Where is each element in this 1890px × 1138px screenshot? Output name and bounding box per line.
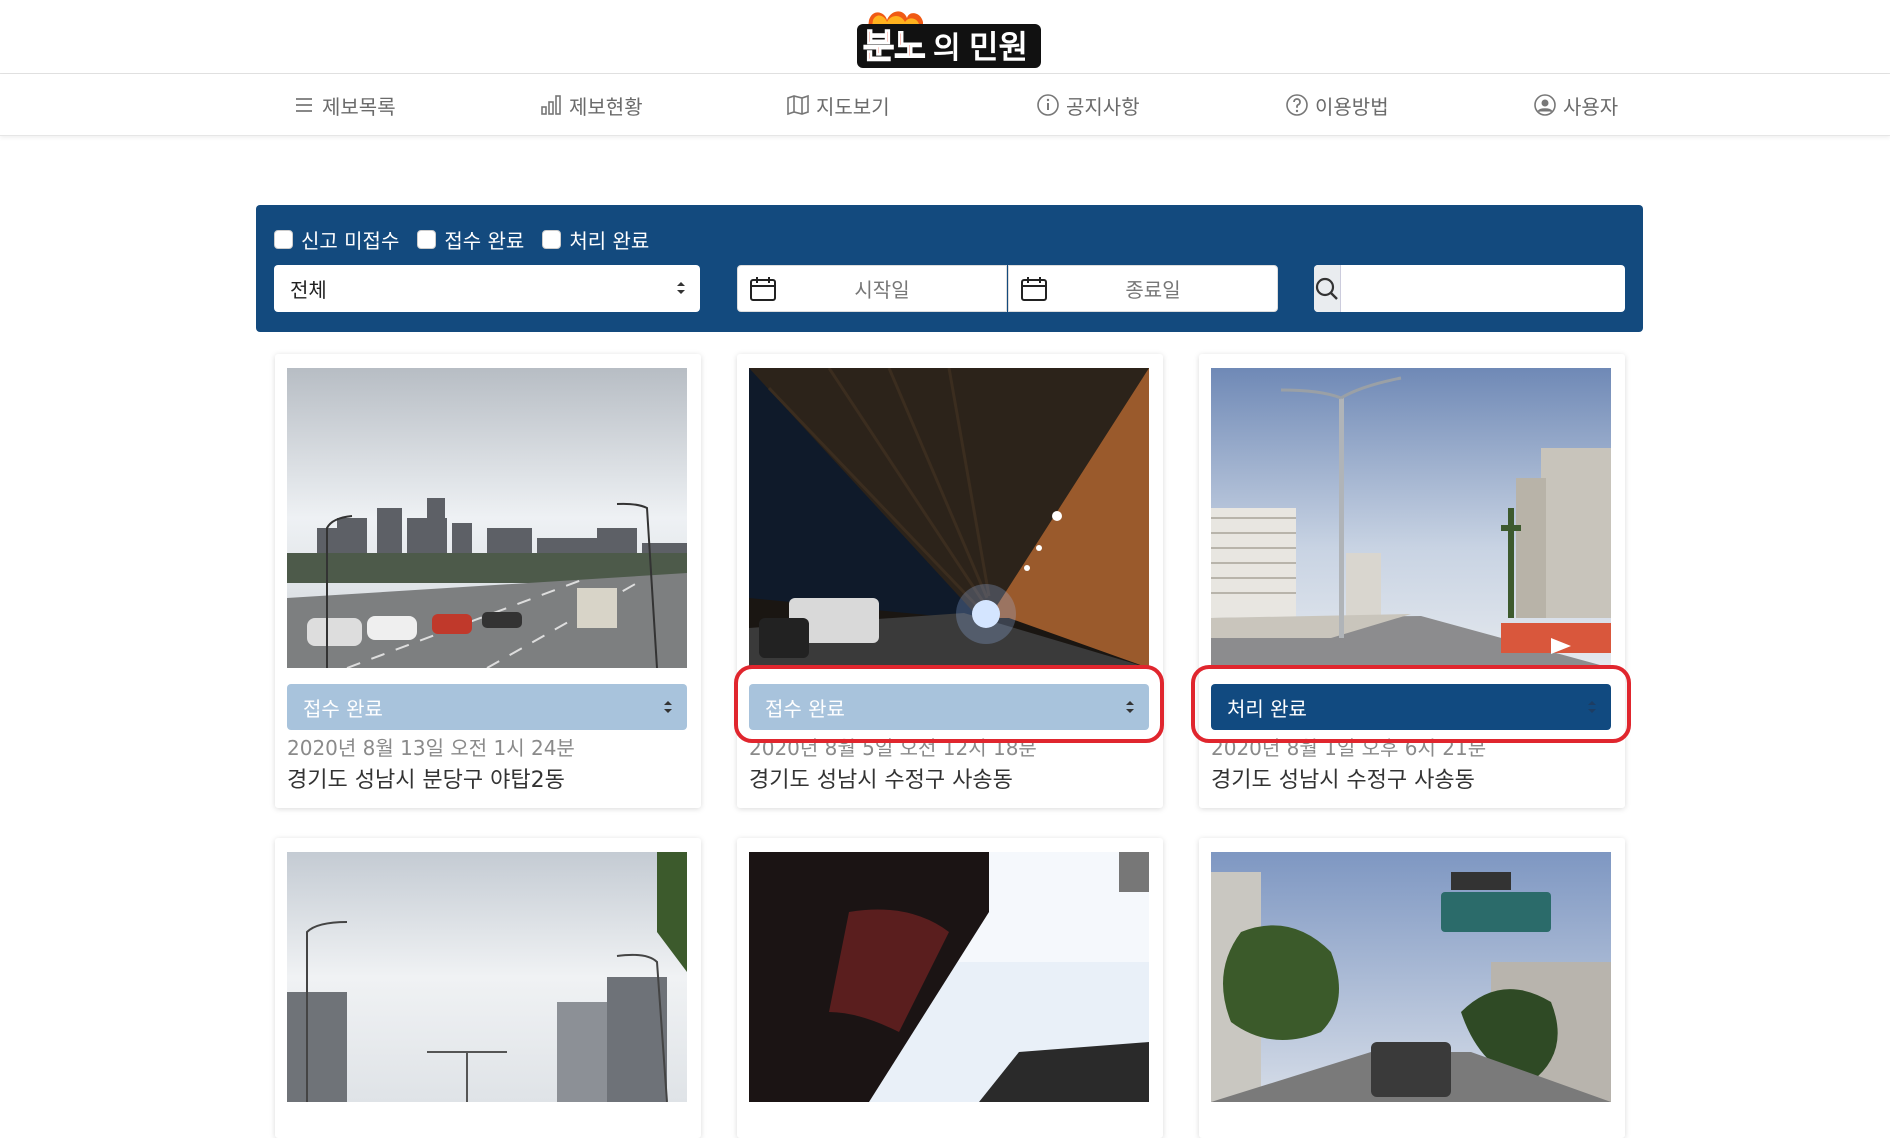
report-photo[interactable]	[749, 368, 1149, 668]
road-photo-image	[1211, 368, 1611, 668]
nav-label: 사용자	[1563, 94, 1619, 119]
report-photo[interactable]	[1211, 852, 1611, 1102]
report-photo[interactable]	[1211, 368, 1611, 668]
select-arrows-icon	[677, 282, 685, 294]
select-arrows-icon	[664, 701, 672, 713]
nav-label: 제보현황	[569, 94, 643, 119]
nav-label: 공지사항	[1066, 94, 1140, 119]
start-date-field[interactable]: 시작일	[737, 265, 1007, 312]
map-icon	[787, 94, 809, 116]
end-date-field[interactable]: 종료일	[1008, 265, 1278, 312]
svg-text:분노: 분노	[863, 27, 926, 67]
checkbox-not-received[interactable]: 신고 미접수	[274, 225, 399, 254]
report-photo[interactable]	[749, 852, 1149, 1102]
question-icon	[1286, 94, 1308, 116]
end-date-placeholder: 종료일	[1125, 278, 1181, 302]
region-select[interactable]: 전체	[274, 265, 700, 312]
info-icon	[1037, 94, 1059, 116]
road-photo-image	[1211, 852, 1611, 1102]
nav-item-report-list[interactable]: 제보목록	[292, 74, 396, 136]
nav-item-map[interactable]: 지도보기	[786, 74, 890, 136]
highlight-annotation	[734, 665, 1164, 743]
start-date-placeholder: 시작일	[854, 278, 910, 302]
status-checkboxes: 신고 미접수 접수 완료 처리 완료	[274, 225, 649, 254]
dashcam-photo-image	[749, 852, 1149, 1102]
checkbox-box[interactable]	[274, 230, 293, 249]
user-icon	[1534, 94, 1556, 116]
list-icon	[296, 98, 312, 112]
road-photo-image	[287, 852, 687, 1102]
checkbox-box[interactable]	[542, 230, 562, 249]
status-select-value: 접수 완료	[303, 696, 383, 721]
main-nav: 제보목록 제보현황 지도보기 공지사항 이용방법 사용자	[0, 74, 1890, 136]
checkbox-label: 접수 완료	[444, 229, 525, 253]
search-box	[1314, 265, 1626, 312]
nav-label: 제보목록	[322, 94, 396, 119]
report-card[interactable]	[1199, 838, 1625, 1138]
nav-item-how-to-use[interactable]: 이용방법	[1285, 74, 1389, 136]
nav-label: 이용방법	[1315, 94, 1389, 119]
search-icon[interactable]	[1314, 265, 1341, 312]
highlight-annotation	[1191, 665, 1631, 743]
svg-text:의: 의	[933, 31, 961, 66]
filter-panel: 신고 미접수 접수 완료 처리 완료 전체 시작일 종료일	[256, 205, 1643, 332]
checkbox-received[interactable]: 접수 완료	[417, 225, 524, 254]
status-select[interactable]: 접수 완료	[287, 684, 687, 730]
nav-item-notice[interactable]: 공지사항	[1036, 74, 1140, 136]
checkbox-box[interactable]	[417, 230, 437, 249]
report-photo[interactable]	[287, 368, 687, 668]
road-photo-image	[287, 368, 687, 668]
search-input[interactable]	[1341, 265, 1626, 312]
report-card[interactable]	[275, 838, 701, 1138]
calendar-icon	[738, 266, 788, 311]
report-address: 경기도 성남시 분당구 야탑2동	[287, 768, 565, 793]
report-card[interactable]: 접수 완료 2020년 8월 13일 오전 1시 24분 경기도 성남시 분당구…	[275, 354, 701, 808]
tunnel-photo-image	[749, 368, 1149, 668]
checkbox-label: 신고 미접수	[301, 229, 400, 253]
report-address: 경기도 성남시 수정구 사송동	[749, 768, 1013, 793]
report-date: 2020년 8월 13일 오전 1시 24분	[287, 736, 575, 760]
report-address: 경기도 성남시 수정구 사송동	[1211, 768, 1475, 793]
logo-bar: 분노 의 민원	[0, 0, 1890, 74]
calendar-icon	[1009, 266, 1059, 311]
nav-label: 지도보기	[816, 94, 890, 119]
svg-text:민원: 민원	[969, 28, 1028, 66]
report-photo[interactable]	[287, 852, 687, 1102]
region-select-value: 전체	[290, 278, 327, 302]
checkbox-processed[interactable]: 처리 완료	[542, 225, 649, 254]
report-card[interactable]	[737, 838, 1163, 1138]
nav-item-report-status[interactable]: 제보현황	[539, 74, 643, 136]
bar-chart-icon	[541, 95, 561, 115]
nav-item-user[interactable]: 사용자	[1533, 74, 1618, 136]
checkbox-label: 처리 완료	[569, 229, 650, 253]
site-logo[interactable]: 분노 의 민원	[851, 6, 1047, 70]
